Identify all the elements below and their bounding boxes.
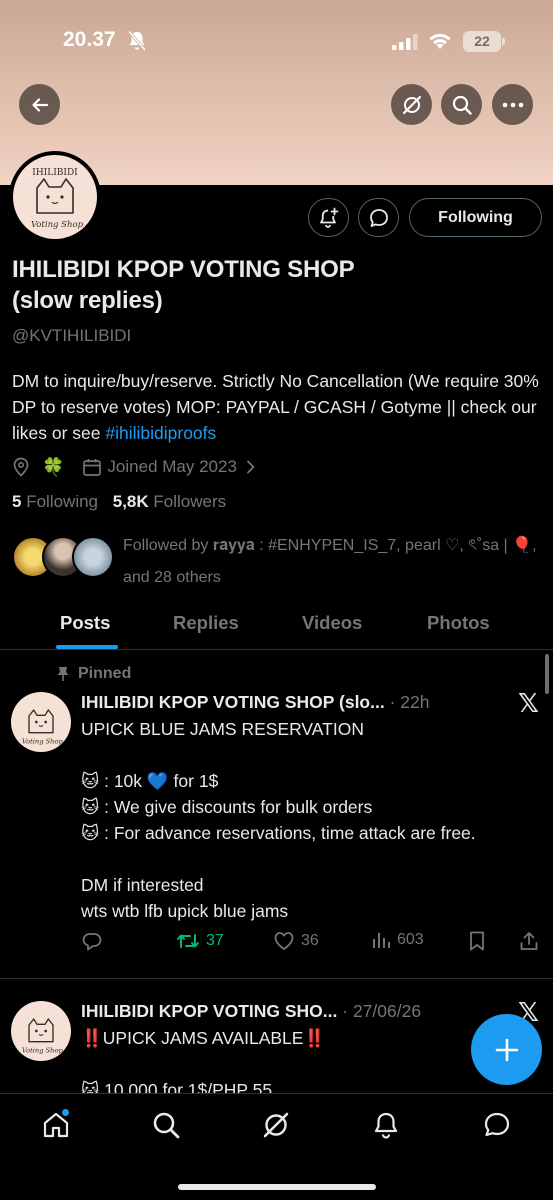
post-time[interactable]: · 22h (390, 692, 430, 712)
search-icon (452, 95, 472, 115)
share-icon (520, 932, 538, 950)
compose-button[interactable] (471, 1014, 542, 1085)
joined-date: Joined May 2023 (107, 457, 237, 476)
signal-icon (392, 34, 418, 50)
tab-replies[interactable]: Replies (173, 612, 239, 634)
post-actions: 37 36 603 (81, 930, 543, 958)
svg-text:IHILIBIDI: IHILIBIDI (32, 168, 78, 178)
post-time[interactable]: · 27/06/26 (342, 1001, 421, 1021)
followed-by-text[interactable]: Followed by 𝐫𝐚𝐲𝐲𝐚 : #ENHYPEN_IS_7, pearl… (123, 530, 543, 594)
bio-hashtag-link[interactable]: #ihilibidiproofs (105, 423, 216, 443)
svg-text:Voting Shop: Voting Shop (31, 220, 84, 230)
tab-photos[interactable]: Photos (427, 612, 490, 634)
views-button[interactable]: 603 (371, 930, 424, 950)
views-icon (373, 933, 390, 948)
location-text: 🍀 (42, 456, 65, 477)
heart-icon (274, 932, 294, 950)
like-count: 36 (301, 932, 319, 949)
follow-stats: 5 Following 5,8K Followers (12, 492, 226, 512)
message-button[interactable] (358, 198, 399, 237)
chevron-right-icon[interactable] (245, 459, 257, 475)
followers-link[interactable]: 5,8K Followers (113, 492, 226, 511)
reply-button[interactable] (81, 930, 103, 952)
profile-name-line2: (slow replies) (12, 287, 163, 314)
post-header: IHILIBIDI KPOP VOTING SHOP (slo... · 22h (81, 692, 429, 713)
post-author-avatar[interactable]: Voting Shop (11, 692, 71, 752)
post-body: UPICK BLUE JAMS RESERVATION 🐱 : 10k 💙 fo… (81, 719, 476, 921)
post-header: IHILIBIDI KPOP VOTING SHO... · 27/06/26 (81, 1001, 421, 1022)
back-arrow-icon (31, 97, 48, 112)
cat-logo-image: Voting Shop (22, 1018, 64, 1054)
more-button[interactable] (492, 84, 533, 125)
like-button[interactable]: 36 (273, 930, 319, 952)
post-author-avatar[interactable]: Voting Shop (11, 1001, 71, 1061)
tab-posts[interactable]: Posts (60, 612, 110, 634)
bell-plus-icon (319, 207, 338, 228)
back-button[interactable] (19, 84, 60, 125)
follower-avatar-3 (72, 536, 114, 578)
notifications-icon[interactable] (371, 1110, 401, 1140)
tab-videos[interactable]: Videos (302, 612, 362, 634)
post-author-name[interactable]: IHILIBIDI KPOP VOTING SHO... (81, 1001, 337, 1021)
reply-icon (82, 933, 102, 951)
cat-logo-image: Voting Shop (22, 709, 64, 745)
pin-icon (57, 667, 69, 681)
profile-handle: @KVTIHILIBIDI (12, 326, 132, 345)
bio-text: DM to inquire/buy/reserve. Strictly No C… (12, 371, 539, 443)
profile-meta: 🍀 Joined May 2023 (12, 455, 257, 479)
retweet-count: 37 (206, 932, 224, 949)
search-button[interactable] (441, 84, 482, 125)
bookmark-button[interactable] (468, 930, 486, 952)
grok-icon[interactable] (261, 1110, 291, 1140)
location-icon (13, 457, 29, 477)
following-button[interactable]: Following (409, 198, 542, 237)
bookmark-icon (470, 931, 484, 951)
notify-button[interactable] (308, 198, 349, 237)
post-author-name[interactable]: IHILIBIDI KPOP VOTING SHOP (slo... (81, 692, 385, 712)
grok-icon (402, 95, 421, 114)
retweet-button[interactable]: 37 (176, 930, 224, 952)
calendar-icon (83, 459, 102, 476)
status-bar: 20.37 22 (0, 26, 553, 58)
svg-text:Voting Shop: Voting Shop (22, 737, 64, 745)
profile-name-line1: IHILIBIDI KPOP VOTING SHOP (12, 256, 355, 283)
bell-off-icon (127, 30, 147, 51)
retweet-icon (177, 934, 199, 948)
messages-icon[interactable] (482, 1110, 512, 1140)
battery-indicator: 22 (463, 31, 505, 52)
pinned-label: Pinned (56, 665, 131, 683)
svg-text:Voting Shop: Voting Shop (22, 1046, 64, 1054)
search-icon[interactable] (151, 1110, 181, 1140)
scrollbar[interactable] (545, 654, 549, 694)
profile-tabs: Posts Replies Videos Photos (0, 600, 553, 650)
profile-name: IHILIBIDI KPOP VOTING SHOP (slow replies… (12, 254, 542, 316)
profile-avatar[interactable]: IHILIBIDI Voting Shop (9, 151, 101, 243)
cat-logo-image: IHILIBIDI Voting Shop (31, 168, 84, 230)
x-logo-icon[interactable]: 𝕏 (518, 688, 539, 719)
home-indicator (178, 1184, 376, 1190)
grok-button[interactable] (391, 84, 432, 125)
view-count: 603 (397, 931, 424, 948)
share-button[interactable] (518, 930, 540, 952)
following-link[interactable]: 5 Following (12, 492, 98, 511)
status-time: 20.37 (63, 28, 116, 51)
more-icon (502, 102, 523, 107)
followed-by-avatars[interactable] (12, 536, 117, 582)
profile-bio: DM to inquire/buy/reserve. Strictly No C… (12, 368, 542, 446)
plus-icon (495, 1038, 518, 1061)
wifi-icon (429, 33, 451, 49)
message-icon (369, 208, 388, 227)
home-notification-dot (61, 1108, 70, 1117)
active-tab-indicator (56, 645, 118, 649)
post-divider (0, 978, 553, 979)
